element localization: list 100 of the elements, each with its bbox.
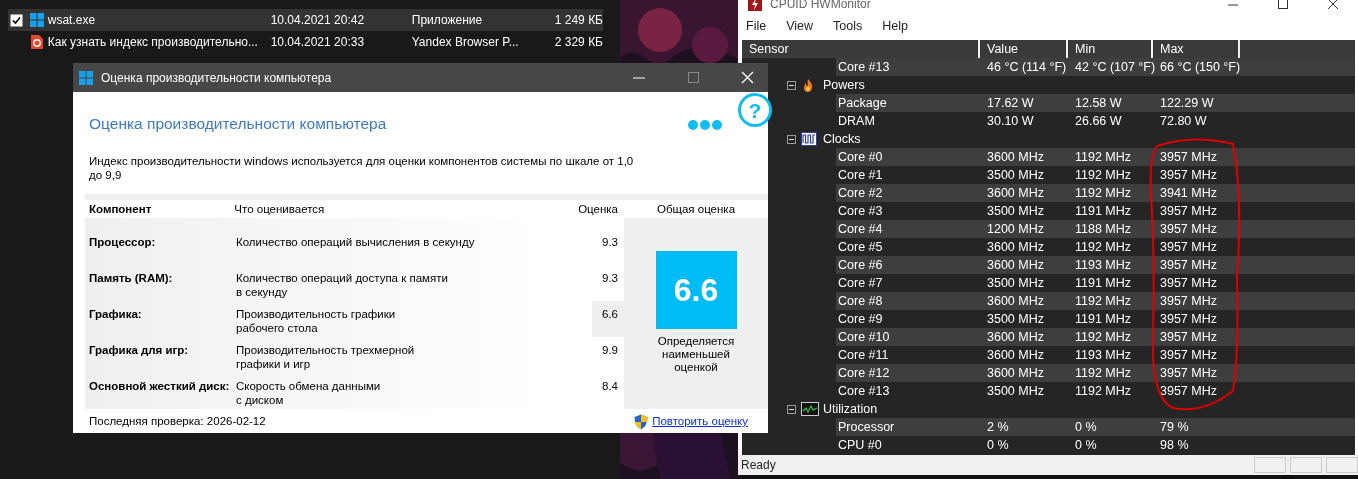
description-text: Индекс производительности windows используется для оценки компонентов системы по шкале от 1,0 до 9,9 <box>89 154 635 183</box>
column-header: Компонент <box>88 201 153 217</box>
sensor-max: 66 °C (150 °F) <box>1159 58 1240 76</box>
sensor-label: Processor <box>837 418 896 436</box>
sensor-min: 1192 MHz <box>1074 382 1133 400</box>
sensor-min: 0 % <box>1074 418 1098 436</box>
measure-text: Количество операций вычисления в секунду <box>236 235 476 251</box>
sensor-max: 122.29 W <box>1159 94 1215 112</box>
sensor-max: 72.80 W <box>1159 112 1208 130</box>
sensor-min: 1192 MHz <box>1074 184 1133 202</box>
sensor-max: 79 % <box>1159 418 1190 436</box>
sensor-label: Core #7 <box>837 274 884 292</box>
sensor-label: Core #2 <box>837 184 884 202</box>
sensor-row[interactable]: Core #0 3600 MHz 1192 MHz 3957 MHz <box>836 148 1355 166</box>
sensor-min: 1192 MHz <box>1074 328 1133 346</box>
file-row[interactable]: wsat.exe 10.04.2021 20:42 Приложение 1 249 КБ <box>8 9 603 31</box>
sensor-min: 1193 MHz <box>1074 346 1133 364</box>
sensor-label: DRAM <box>837 112 876 130</box>
sensor-row[interactable]: Processor 2 % 0 % 79 % <box>836 418 1355 436</box>
file-type: Yandex Browser P... <box>410 34 520 51</box>
measure-text: Производительность трехмерной графики и игр <box>236 343 416 373</box>
group-label: Powers <box>823 76 865 94</box>
sensor-label: Core #4 <box>837 220 884 238</box>
sensor-min: 1192 MHz <box>1074 292 1133 310</box>
sensor-max: 3957 MHz <box>1159 346 1218 364</box>
sensor-value: 3600 MHz <box>986 256 1045 274</box>
sensor-min: 26.66 W <box>1074 112 1123 130</box>
sensor-label: Core #13 <box>837 382 891 400</box>
file-size: 2 329 КБ <box>553 34 603 51</box>
window-title: Оценка производительности компьютера <box>101 69 332 87</box>
measure-text: Производительность графики рабочего стола <box>236 307 397 337</box>
sensor-value: 30.10 W <box>986 112 1035 130</box>
file-row[interactable]: Как узнать индекс производительно... 10.04.2021 20:33 Yandex Browser P... 2 329 КБ <box>8 31 603 53</box>
sensor-max: 3957 MHz <box>1159 256 1218 274</box>
sensor-label: Core #6 <box>837 256 884 274</box>
measure-text: Количество операций доступа к памяти в секунду <box>236 271 449 301</box>
sensor-min: 1192 MHz <box>1074 148 1133 166</box>
sensor-row[interactable]: Core #10 3600 MHz 1192 MHz 3957 MHz <box>836 328 1355 346</box>
measure-text: Скорость обмена данными с диском <box>236 379 382 409</box>
group-label: Clocks <box>823 130 861 148</box>
file-name: wsat.exe <box>46 12 97 29</box>
sensor-min: 1191 MHz <box>1074 274 1133 292</box>
sensor-label: Core #3 <box>837 202 884 220</box>
sensor-max: 3957 MHz <box>1159 328 1218 346</box>
component-label: Память (RAM): <box>88 271 174 287</box>
menu-item[interactable]: View <box>786 16 814 36</box>
sensor-min: 1191 MHz <box>1074 310 1133 328</box>
sensor-label: Core #9 <box>837 310 884 328</box>
component-label: Графика для игр: <box>88 343 190 359</box>
sensor-label: Core #0 <box>837 148 884 166</box>
sensor-max: 98 % <box>1159 436 1190 454</box>
sensor-value: 2 % <box>986 418 1010 436</box>
sensor-value: 3500 MHz <box>986 166 1045 184</box>
sensor-min: 1192 MHz <box>1074 166 1133 184</box>
sensor-row[interactable]: Core #13 46 °C (114 °F) 42 °C (107 °F) 66 °C (150 °F) <box>836 58 1355 76</box>
sensor-row[interactable]: Core #12 3600 MHz 1192 MHz 3957 MHz <box>836 364 1355 382</box>
menu-item[interactable]: Help <box>882 16 908 36</box>
file-type: Приложение <box>410 12 484 29</box>
status-text: Ready <box>741 457 777 474</box>
sensor-label: Core #8 <box>837 292 884 310</box>
sensor-value: 3500 MHz <box>986 202 1045 220</box>
sensor-label: Core #12 <box>837 364 891 382</box>
sensor-max: 3957 MHz <box>1159 166 1218 184</box>
sensor-row[interactable]: Core #2 3600 MHz 1192 MHz 3941 MHz <box>836 184 1355 202</box>
sensor-max: 3957 MHz <box>1159 148 1218 166</box>
sensor-value: 46 °C (114 °F) <box>986 58 1068 76</box>
sensor-label: Core #5 <box>837 238 884 256</box>
sensor-min: 12.58 W <box>1074 94 1123 112</box>
sensor-max: 3941 MHz <box>1159 184 1218 202</box>
sensor-max: 3957 MHz <box>1159 364 1218 382</box>
sensor-label: Core #13 <box>837 58 891 76</box>
sensor-row[interactable]: Core #6 3600 MHz 1193 MHz 3957 MHz <box>836 256 1355 274</box>
menu-item[interactable]: File <box>746 16 767 36</box>
sensor-value: 3500 MHz <box>986 274 1045 292</box>
sensor-label: Package <box>837 94 888 112</box>
group-label: Utilization <box>823 400 878 418</box>
sensor-value: 3600 MHz <box>986 346 1045 364</box>
sensor-min: 1191 MHz <box>1074 202 1133 220</box>
sensor-value: 3600 MHz <box>986 364 1045 382</box>
sensor-row[interactable]: Core #8 3600 MHz 1192 MHz 3957 MHz <box>836 292 1355 310</box>
sensor-value: 17.62 W <box>986 94 1035 112</box>
sensor-max: 3957 MHz <box>1159 238 1218 256</box>
sensor-row[interactable]: Package 17.62 W 12.58 W 122.29 W <box>836 94 1355 112</box>
rerun-link[interactable]: Повторить оценку <box>652 413 748 431</box>
sensor-min: 1192 MHz <box>1074 238 1133 256</box>
column-header: Что оценивается <box>234 201 326 217</box>
window-title: CPUID HWMonitor <box>770 0 871 13</box>
base-score-tile: 6.6 <box>655 251 737 330</box>
menu-item[interactable]: Tools <box>833 16 863 36</box>
file-name: Как узнать индекс производительно... <box>46 34 259 51</box>
file-size: 1 249 КБ <box>553 12 603 29</box>
sensor-label: CPU #0 <box>837 436 883 454</box>
sensor-label: Core #10 <box>837 328 891 346</box>
sensor-min: 1192 MHz <box>1074 364 1133 382</box>
sensor-min: 0 % <box>1074 436 1098 454</box>
sensor-max: 3957 MHz <box>1159 220 1218 238</box>
sensor-row[interactable]: Core #4 1200 MHz 1188 MHz 3957 MHz <box>836 220 1355 238</box>
column-header: Оценка <box>577 201 619 217</box>
sensor-value: 3600 MHz <box>986 328 1045 346</box>
sensor-value: 3600 MHz <box>986 184 1045 202</box>
